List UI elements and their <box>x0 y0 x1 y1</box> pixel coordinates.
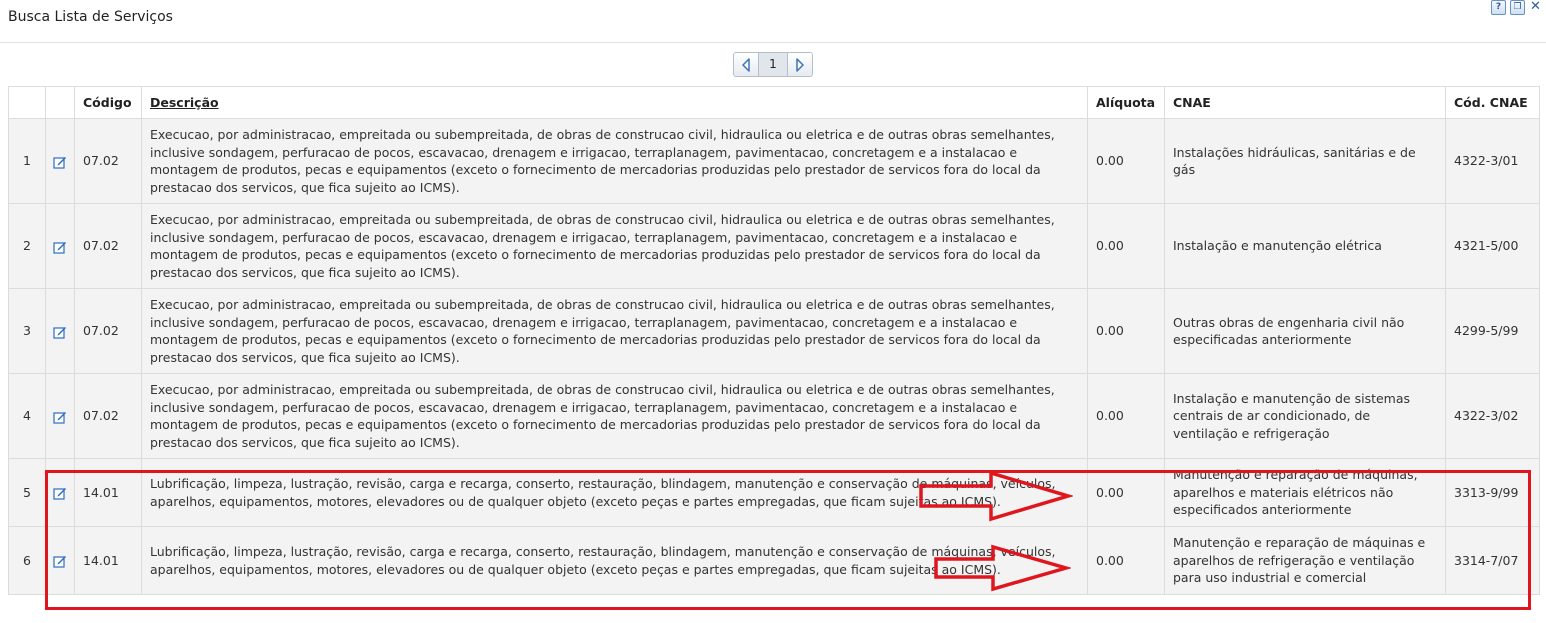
col-header-aliquota[interactable]: Alíquota <box>1087 86 1165 119</box>
chevron-right-icon <box>796 57 804 72</box>
table-row[interactable]: 4 07.02 Execucao, por administracao, emp… <box>8 373 1540 459</box>
cell-descricao: Lubrificação, limpeza, lustração, revisã… <box>141 458 1088 527</box>
row-number: 2 <box>8 203 46 289</box>
table-header-row: Código Descrição Alíquota CNAE Cód. CNAE <box>8 86 1540 119</box>
cell-codigo: 07.02 <box>74 118 142 204</box>
select-row-button[interactable] <box>45 373 75 459</box>
cell-cnae: Manutenção e reparação de máquinas e apa… <box>1164 526 1446 595</box>
cell-codigo: 07.02 <box>74 373 142 459</box>
cell-aliquota: 0.00 <box>1087 203 1165 289</box>
cell-cnae: Manutenção e reparação de máquinas, apar… <box>1164 458 1446 527</box>
cell-cod-cnae: 4321-5/00 <box>1445 203 1540 289</box>
select-row-button[interactable] <box>45 288 75 374</box>
cell-codigo: 07.02 <box>74 203 142 289</box>
table-row[interactable]: 5 14.01 Lubrificação, limpeza, lustração… <box>8 458 1540 527</box>
table-row[interactable]: 1 07.02 Execucao, por administracao, emp… <box>8 118 1540 204</box>
col-header-cod-cnae[interactable]: Cód. CNAE <box>1445 86 1540 119</box>
cell-descricao: Lubrificação, limpeza, lustração, revisã… <box>141 526 1088 595</box>
row-number: 3 <box>8 288 46 374</box>
select-row-button[interactable] <box>45 118 75 204</box>
cell-descricao: Execucao, por administracao, empreitada … <box>141 288 1088 374</box>
cell-cnae: Instalação e manutenção elétrica <box>1164 203 1446 289</box>
help-icon[interactable]: ? <box>1491 0 1506 15</box>
cell-cod-cnae: 4299-5/99 <box>1445 288 1540 374</box>
chevron-left-icon <box>742 57 750 72</box>
cell-aliquota: 0.00 <box>1087 288 1165 374</box>
col-header-descricao-link[interactable]: Descrição <box>150 95 219 110</box>
cell-codigo: 14.01 <box>74 526 142 595</box>
cell-cod-cnae: 4322-3/02 <box>1445 373 1540 459</box>
window-controls: ? ❐ ✕ <box>1491 0 1542 15</box>
select-row-button[interactable] <box>45 203 75 289</box>
cell-descricao: Execucao, por administracao, empreitada … <box>141 118 1088 204</box>
cell-cnae: Instalação e manutenção de sistemas cent… <box>1164 373 1446 459</box>
cell-aliquota: 0.00 <box>1087 373 1165 459</box>
title-divider <box>0 42 1546 43</box>
cell-descricao: Execucao, por administracao, empreitada … <box>141 203 1088 289</box>
edit-icon[interactable] <box>53 410 67 424</box>
col-header-codigo[interactable]: Código <box>74 86 142 119</box>
cell-aliquota: 0.00 <box>1087 118 1165 204</box>
current-page[interactable]: 1 <box>758 53 788 76</box>
cell-cod-cnae: 4322-3/01 <box>1445 118 1540 204</box>
prev-page-button[interactable] <box>734 53 758 76</box>
edit-icon[interactable] <box>53 155 67 169</box>
cell-cnae: Instalações hidráulicas, sanitárias e de… <box>1164 118 1446 204</box>
cell-cod-cnae: 3313-9/99 <box>1445 458 1540 527</box>
services-table: Código Descrição Alíquota CNAE Cód. CNAE… <box>8 86 1540 595</box>
cell-codigo: 14.01 <box>74 458 142 527</box>
edit-icon[interactable] <box>53 240 67 254</box>
cell-aliquota: 0.00 <box>1087 526 1165 595</box>
window-title: Busca Lista de Serviços <box>8 9 173 25</box>
row-number: 5 <box>8 458 46 527</box>
restore-icon[interactable]: ❐ <box>1510 0 1525 15</box>
edit-icon[interactable] <box>53 486 67 500</box>
close-icon[interactable]: ✕ <box>1529 0 1542 13</box>
pagination: 1 <box>733 52 813 77</box>
cell-aliquota: 0.00 <box>1087 458 1165 527</box>
select-row-button[interactable] <box>45 526 75 595</box>
edit-icon[interactable] <box>53 325 67 339</box>
select-row-button[interactable] <box>45 458 75 527</box>
table-row[interactable]: 2 07.02 Execucao, por administracao, emp… <box>8 203 1540 289</box>
cell-descricao: Execucao, por administracao, empreitada … <box>141 373 1088 459</box>
row-number: 6 <box>8 526 46 595</box>
row-number: 1 <box>8 118 46 204</box>
cell-cnae: Outras obras de engenharia civil não esp… <box>1164 288 1446 374</box>
edit-icon[interactable] <box>53 554 67 568</box>
table-row[interactable]: 3 07.02 Execucao, por administracao, emp… <box>8 288 1540 374</box>
col-header-num <box>8 86 46 119</box>
cell-cod-cnae: 3314-7/07 <box>1445 526 1540 595</box>
col-header-cnae[interactable]: CNAE <box>1164 86 1446 119</box>
cell-codigo: 07.02 <box>74 288 142 374</box>
col-header-descricao[interactable]: Descrição <box>141 86 1088 119</box>
col-header-edit <box>45 86 75 119</box>
table-row[interactable]: 6 14.01 Lubrificação, limpeza, lustração… <box>8 526 1540 595</box>
next-page-button[interactable] <box>788 53 812 76</box>
row-number: 4 <box>8 373 46 459</box>
